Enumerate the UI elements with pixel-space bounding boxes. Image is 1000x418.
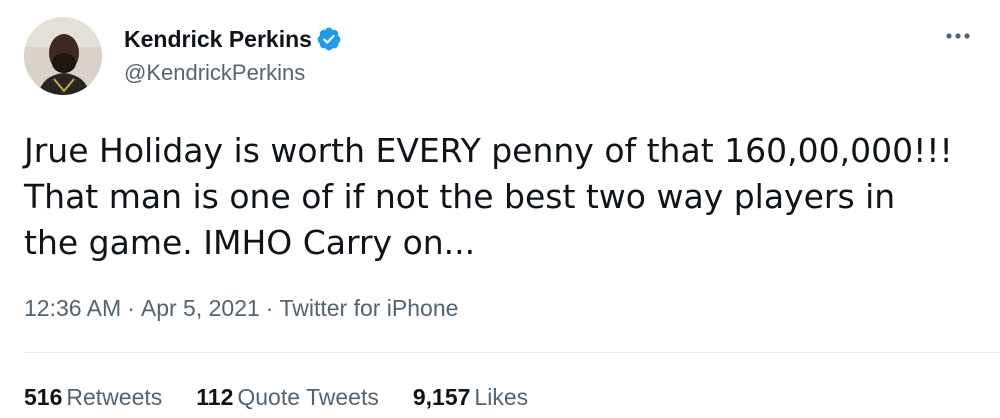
meta-separator: · [265,295,274,321]
retweets-count: 516 [24,384,63,410]
likes-count: 9,157 [412,384,471,410]
retweets-label: Retweets [66,384,163,410]
tweet-time[interactable]: 12:36 AM [24,295,121,321]
meta-separator: · [127,295,135,321]
tweet-stats: 516 Retweets 112 Quote Tweets 9,157 Likes [24,382,562,412]
tweet-text-line: That man is one of if not the best two w… [24,177,896,216]
tweet-text: Jrue Holiday is worth EVERY penny of tha… [24,128,964,266]
tweet-text-line: Jrue Holiday is worth EVERY penny of tha… [24,131,953,170]
profile-photo-icon [24,17,102,95]
verified-badge-icon [316,26,342,52]
tweet-source-link[interactable]: Twitter for iPhone [279,295,458,321]
more-options-button[interactable] [940,18,976,54]
tweet-card: Kendrick Perkins @KendrickPerkins Jrue H… [0,0,1000,418]
tweet-date[interactable]: Apr 5, 2021 [141,295,260,321]
quote-tweets-count: 112 [196,384,234,410]
quote-tweets-label: Quote Tweets [237,384,379,410]
divider [24,352,1000,353]
tweet-text-line: the game. IMHO Carry on... [24,223,476,262]
author-handle[interactable]: @KendrickPerkins [124,60,305,86]
quote-tweets-stat[interactable]: 112 Quote Tweets [196,382,379,412]
avatar[interactable] [24,17,102,95]
tweet-meta: 12:36 AM · Apr 5, 2021 · Twitter for iPhone [24,293,458,323]
likes-stat[interactable]: 9,157 Likes [413,382,528,412]
likes-label: Likes [474,384,529,410]
retweets-stat[interactable]: 516 Retweets [24,382,162,412]
author-name-text[interactable]: Kendrick Perkins [124,25,312,53]
more-options-icon [946,33,970,39]
author-name[interactable]: Kendrick Perkins [124,25,342,53]
